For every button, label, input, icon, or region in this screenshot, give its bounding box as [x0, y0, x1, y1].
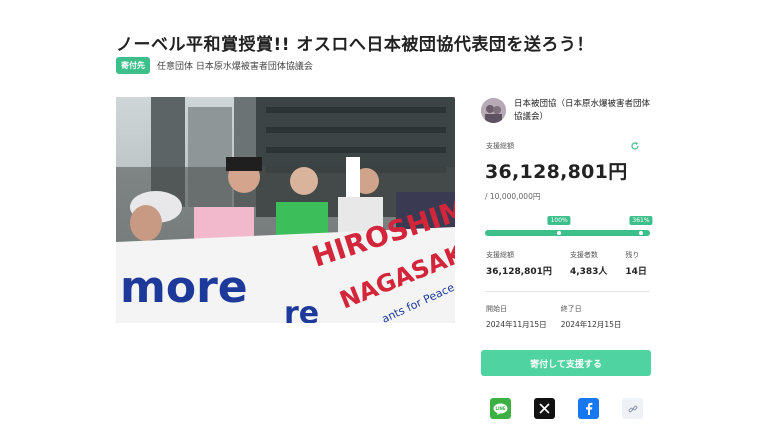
line-icon: LINE: [493, 403, 508, 415]
stats-row: 支援総額 36,128,801円 支援者数 4,383人 残り 14日: [486, 250, 665, 277]
hero-photo: more HIROSHIMA NAGASAKI re ants for Peac…: [116, 97, 455, 323]
stat-value: 4,383人: [569, 267, 608, 277]
hero-image: more HIROSHIMA NAGASAKI re ants for Peac…: [116, 97, 455, 323]
progress-dot-current: [639, 231, 643, 235]
dates-row: 開始日 2024年11月15日 終了日 2024年12月15日: [486, 304, 635, 330]
banner-text-more: more: [120, 262, 248, 313]
end-date-label: 終了日: [560, 305, 582, 313]
goal-amount: / 10,000,000円: [485, 192, 541, 201]
stat-value: 36,128,801円: [486, 267, 552, 277]
refresh-icon[interactable]: [630, 141, 640, 151]
recipient-type: 任意団体 日本原水爆被害者団体協議会: [157, 62, 313, 72]
progress-marker-current: 361%: [629, 216, 653, 225]
share-facebook-button[interactable]: [578, 398, 599, 419]
stat-label: 残り: [625, 251, 640, 259]
progress-track: [485, 230, 650, 236]
stat-supporters: 支援者数 4,383人: [570, 250, 607, 277]
start-date: 開始日 2024年11月15日: [486, 304, 547, 330]
raised-amount: 36,128,801円: [485, 161, 628, 183]
creator[interactable]: 日本被団協（日本原水爆被害者団体協議会）: [481, 98, 651, 124]
creator-name[interactable]: 日本被団協（日本原水爆被害者団体協議会）: [514, 98, 651, 124]
support-button[interactable]: 寄付して支援する: [481, 350, 651, 376]
recipient-badge: 寄付先: [116, 57, 150, 74]
link-icon: [628, 405, 637, 412]
stat-label: 支援者数: [569, 251, 598, 259]
raised-label: 支援総額: [486, 142, 514, 150]
stat-remaining: 残り 14日: [625, 250, 647, 277]
project-title: ノーベル平和賞授賞!! オスロへ日本被団協代表団を送ろう！: [116, 35, 594, 55]
avatar[interactable]: [481, 98, 506, 123]
progress-marker-100: 100%: [547, 216, 571, 225]
start-date-label: 開始日: [486, 305, 507, 313]
start-date-value: 2024年11月15日: [486, 320, 547, 329]
progress-fill: [485, 230, 650, 236]
progress-bar: 100% 361%: [485, 216, 653, 238]
banner-text-re: re: [284, 296, 319, 323]
copy-link-button[interactable]: [622, 398, 643, 419]
line-icon-text: LINE: [495, 406, 505, 411]
share-x-button[interactable]: [534, 398, 555, 419]
end-date-value: 2024年12月15日: [560, 320, 622, 329]
avatar-image: [481, 98, 506, 123]
x-icon: [539, 403, 550, 414]
recipient-row: 寄付先 任意団体 日本原水爆被害者団体協議会: [116, 57, 313, 74]
stat-total: 支援総額 36,128,801円: [486, 250, 552, 277]
end-date: 終了日 2024年12月15日: [561, 304, 622, 330]
facebook-icon: [585, 402, 592, 415]
stat-value: 14日: [625, 267, 647, 277]
share-line-button[interactable]: LINE: [490, 398, 511, 419]
divider: [485, 291, 650, 292]
progress-dot-100: [557, 231, 562, 235]
stat-label: 支援総額: [486, 251, 514, 259]
